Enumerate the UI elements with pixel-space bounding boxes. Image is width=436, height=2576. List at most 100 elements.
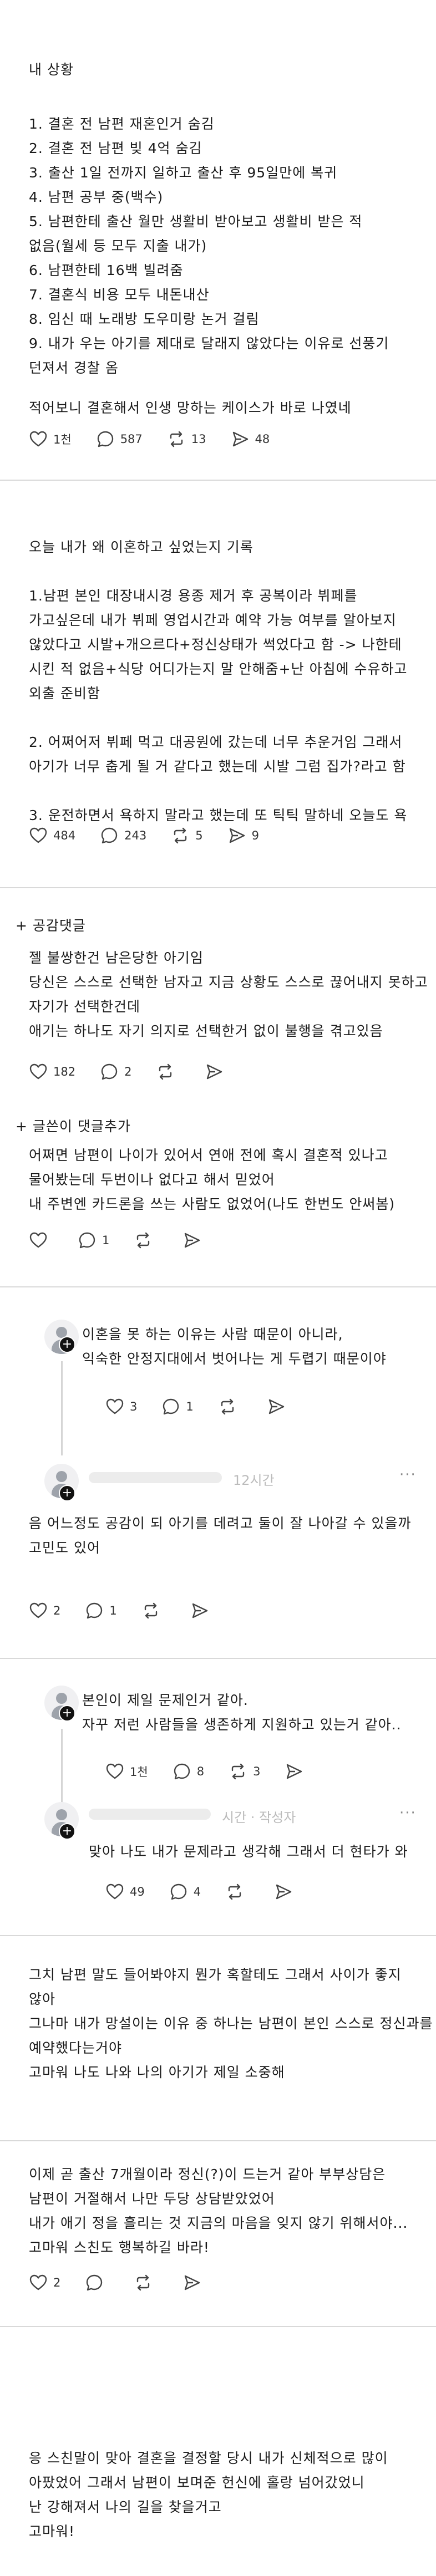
share-icon <box>185 1233 200 1248</box>
share-icon <box>268 1399 284 1414</box>
heart-icon <box>29 827 47 843</box>
comments-count: 8 <box>196 1765 205 1778</box>
text-line: 2. 결혼 전 남편 빚 4억 숨김 <box>29 140 202 156</box>
comment-button[interactable]: 1 <box>161 1397 194 1416</box>
repost-icon <box>137 2274 150 2291</box>
reply-6-actions: 2 <box>29 2273 231 2292</box>
heart-button[interactable]: 49 <box>105 1882 145 1901</box>
share-button[interactable]: 48 <box>231 430 270 449</box>
reposts-count: 3 <box>253 1765 261 1778</box>
text-line: 난 강해져서 나의 길을 찾을거고 <box>29 2499 222 2515</box>
comment-button[interactable]: 1 <box>78 1231 109 1250</box>
reply-3-body: 본인이 제일 문제인거 같아. 자꾸 저런 사람들을 생존하게 지원하고 있는거 … <box>82 1688 402 1737</box>
heart-button[interactable]: 182 <box>29 1062 75 1081</box>
share-button[interactable] <box>274 1882 298 1901</box>
comment-button[interactable]: 1 <box>85 1601 117 1620</box>
comment-icon <box>170 1883 186 1900</box>
more-icon[interactable]: ··· <box>399 1805 417 1821</box>
comment-button[interactable] <box>85 2273 109 2292</box>
heart-button[interactable]: 484 <box>29 826 75 845</box>
divider <box>0 480 436 481</box>
comment-icon <box>79 1232 95 1249</box>
author-added-body: 어쩌면 남편이 나이가 있어서 연애 전에 혹시 결혼적 있나고물어봤는데 두번… <box>29 1143 395 1216</box>
share-button[interactable] <box>182 2273 207 2292</box>
share-icon <box>229 828 245 843</box>
heart-icon <box>106 1398 124 1414</box>
reply-4-time: 시간 · 작성자 <box>222 1810 296 1825</box>
comment-button[interactable]: 8 <box>173 1762 204 1781</box>
text-line: 어쩌면 남편이 나이가 있어서 연애 전에 혹시 결혼적 있나고 <box>29 1147 388 1163</box>
text-line: 아기가 너무 춥게 될 거 같다고 했는데 시발 그럼 집가?라고 함 <box>29 758 406 775</box>
repost-button[interactable]: 5 <box>171 826 203 845</box>
heart-button[interactable] <box>29 1231 53 1250</box>
text-line: 8. 임신 때 노래방 도우미랑 논거 걸림 <box>29 311 260 327</box>
text-line: 익숙한 안정지대에서 벗어나는 게 두렵기 때문이야 <box>82 1351 387 1367</box>
text-line: 물어봤는데 두번이나 없다고 해서 믿었어 <box>29 1172 275 1188</box>
share-icon <box>192 1603 207 1618</box>
repost-button[interactable] <box>156 1062 180 1081</box>
text-line: 않았다고 시발+개으르다+정신상태가 썩었다고 함 -> 나한테 <box>29 637 402 653</box>
repost-button[interactable]: 13 <box>167 430 206 449</box>
heart-button[interactable]: 2 <box>29 1601 60 1620</box>
comment-button[interactable]: 243 <box>100 826 146 845</box>
text-line: 내가 애기 정을 흘리는 것 지금의 마음을 잊지 않기 위해서야... <box>29 2215 408 2231</box>
repost-button[interactable] <box>225 1882 250 1901</box>
follow-plus-icon[interactable]: + <box>59 1336 75 1353</box>
repost-button[interactable]: 3 <box>229 1762 260 1781</box>
share-button[interactable] <box>190 1601 215 1620</box>
text-line: 젤 불쌍한건 남은당한 아기임 <box>29 950 204 966</box>
follow-plus-icon[interactable]: + <box>59 1485 75 1501</box>
share-button[interactable] <box>182 1231 207 1250</box>
repost-button[interactable] <box>141 1601 166 1620</box>
section-title: + 공감댓글 <box>16 918 86 934</box>
heart-button[interactable]: 3 <box>105 1397 137 1416</box>
comment-button[interactable]: 2 <box>100 1062 131 1081</box>
text-line: 맞아 나도 내가 문제라고 생각해 그래서 더 현타가 와 <box>89 1844 408 1860</box>
author-added-actions: 1 <box>29 1231 231 1250</box>
share-button[interactable]: 9 <box>227 826 259 845</box>
divider <box>0 2326 436 2327</box>
text-line: 오늘 내가 왜 이혼하고 싶었는지 기록 <box>29 539 254 555</box>
heart-icon <box>106 1763 124 1779</box>
repost-icon <box>159 1063 172 1080</box>
likes-count: 484 <box>53 829 76 842</box>
share-icon <box>287 1764 302 1779</box>
divider <box>0 1935 436 1936</box>
divider <box>0 1658 436 1659</box>
repost-icon <box>174 827 187 844</box>
comment-icon <box>87 1602 103 1619</box>
more-icon[interactable]: ··· <box>399 1467 417 1483</box>
repost-button[interactable] <box>134 1231 158 1250</box>
text-line: 7. 결혼식 비용 모두 내돈내산 <box>29 287 210 303</box>
text-line: 2. 어쩌어저 뷔페 먹고 대공원에 갔는데 너무 추운거임 그래서 <box>29 734 403 750</box>
text-line <box>29 559 408 584</box>
repost-button[interactable] <box>134 2273 158 2292</box>
comments-count: 2 <box>124 1065 132 1078</box>
comments-count: 4 <box>193 1885 201 1898</box>
comment-button[interactable]: 4 <box>169 1882 201 1901</box>
post-2-body: 오늘 내가 왜 이혼하고 싶었는지 기록 1.남편 본인 대장내시경 용종 제거… <box>29 535 408 828</box>
follow-plus-icon[interactable]: + <box>59 1705 75 1722</box>
share-button[interactable] <box>285 1762 309 1781</box>
heart-icon <box>29 1232 47 1248</box>
heart-button[interactable]: 1천 <box>29 430 72 449</box>
share-button[interactable] <box>267 1397 291 1416</box>
divider <box>0 887 436 888</box>
share-icon <box>207 1064 222 1080</box>
likes-count: 1천 <box>130 1765 148 1779</box>
follow-plus-icon[interactable]: + <box>59 1823 75 1840</box>
text-line: 외출 준비함 <box>29 685 100 701</box>
post-body: 1. 결혼 전 남편 재혼인거 숨김 2. 결혼 전 남편 빚 4억 숨김 3. 출… <box>29 112 389 380</box>
text-line: 4. 남편 공부 중(백수) <box>29 189 164 205</box>
share-icon <box>232 431 248 447</box>
text-line: 고마워 나도 나와 나의 아기가 제일 소중해 <box>29 2064 285 2080</box>
repost-icon <box>137 1232 150 1249</box>
comment-button[interactable]: 587 <box>96 430 143 449</box>
reply-4-actions: 49 4 <box>105 1882 323 1901</box>
repost-button[interactable] <box>218 1397 242 1416</box>
post-heading: 내 상황 <box>29 62 74 78</box>
heart-button[interactable]: 2 <box>29 2273 60 2292</box>
share-button[interactable] <box>205 1062 229 1081</box>
heart-button[interactable]: 1천 <box>105 1762 148 1781</box>
shares-count: 9 <box>251 829 259 842</box>
